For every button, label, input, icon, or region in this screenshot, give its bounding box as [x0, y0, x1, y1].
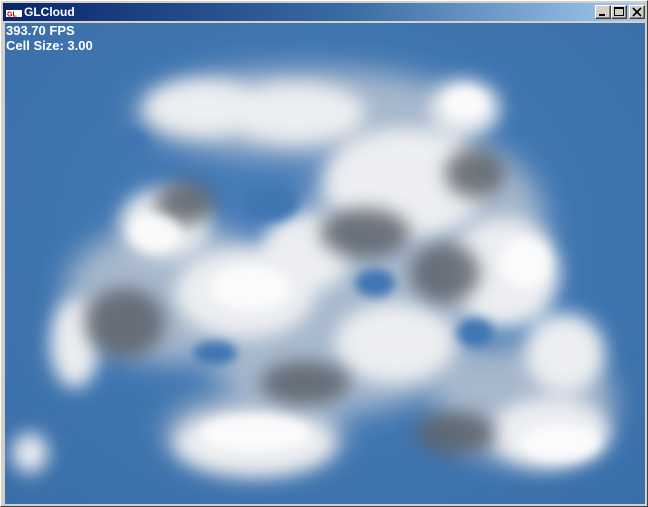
cloud-render — [12, 68, 615, 475]
maximize-button[interactable] — [611, 5, 627, 19]
svg-text:GL: GL — [7, 12, 17, 19]
maximize-icon — [614, 7, 624, 16]
close-icon — [632, 7, 642, 17]
fps-readout: 393.70 FPS — [6, 23, 75, 38]
minimize-icon — [599, 14, 605, 16]
hud-overlay: 393.70 FPS Cell Size: 3.00 — [6, 23, 93, 53]
title-bar[interactable]: GL GLCloud — [3, 3, 645, 21]
close-button[interactable] — [629, 5, 645, 19]
window-title: GLCloud — [24, 5, 75, 19]
glcloud-window: GL GLCloud 393.70 FPS Cell Size: 3.00 — [0, 0, 648, 507]
render-viewport[interactable]: 393.70 FPS Cell Size: 3.00 — [5, 23, 645, 504]
cell-size-readout: Cell Size: 3.00 — [6, 38, 93, 53]
app-icon[interactable]: GL — [6, 6, 22, 19]
minimize-button[interactable] — [595, 5, 611, 19]
